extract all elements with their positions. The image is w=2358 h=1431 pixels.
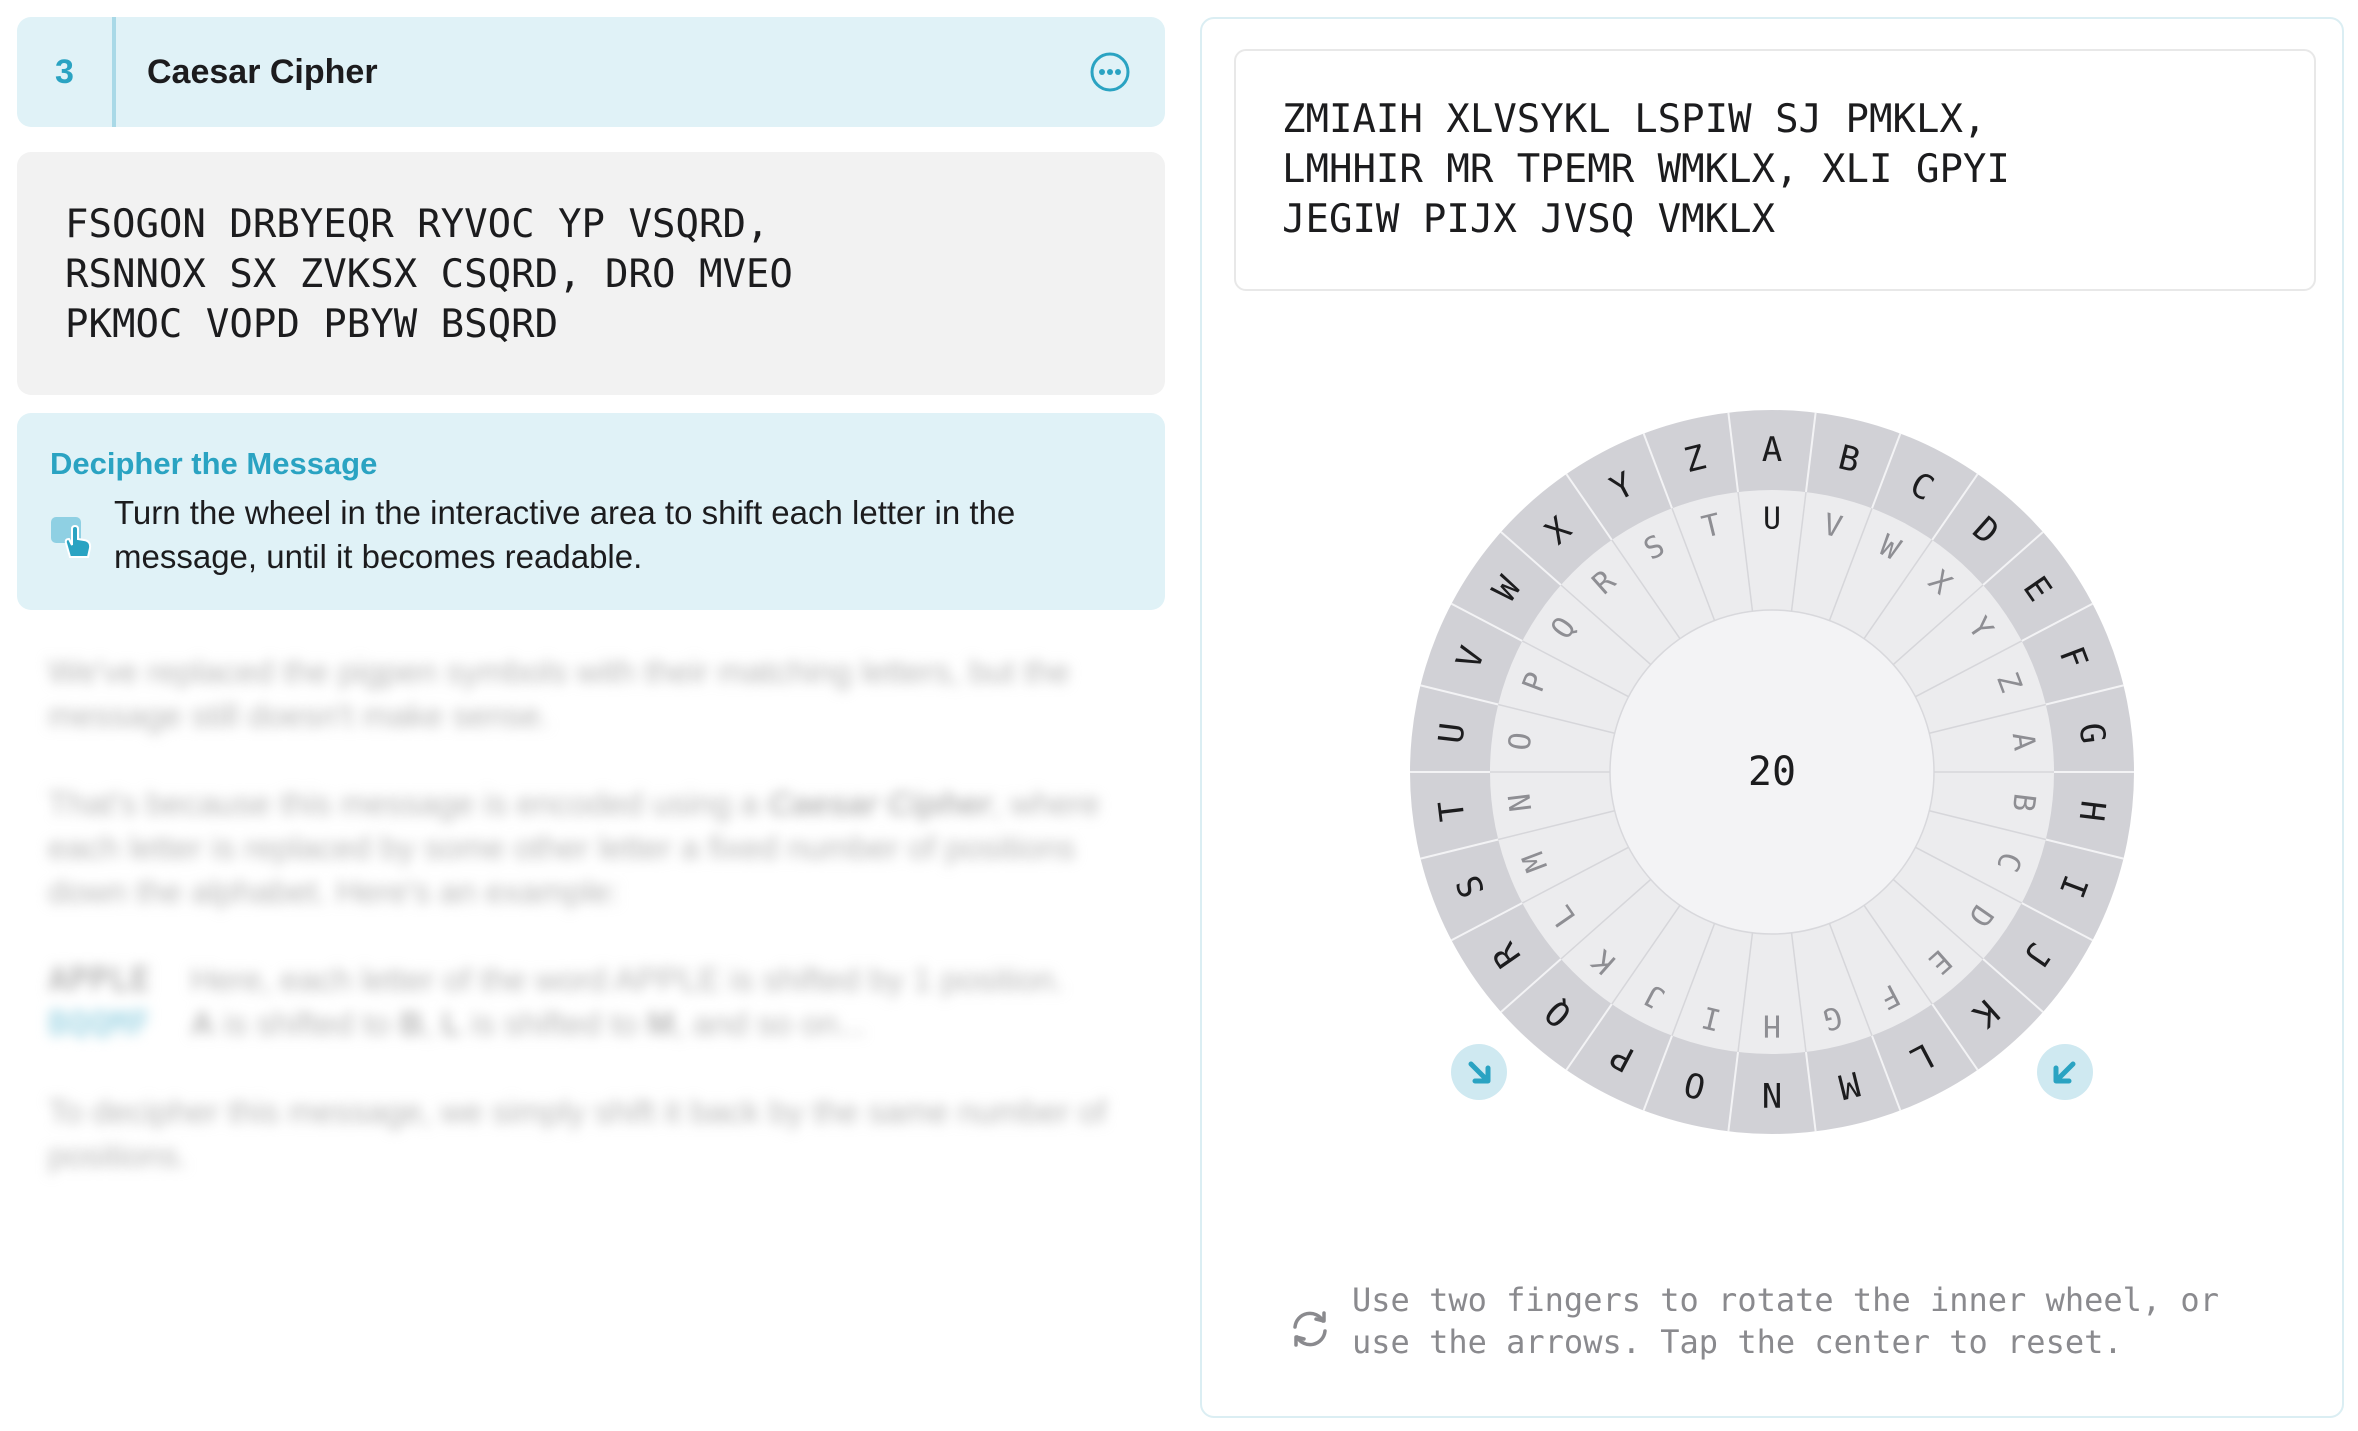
example-letter: L [441,1005,462,1042]
help-line: use the arrows. Tap the center to reset. [1352,1323,2123,1361]
lesson-body: We've replaced the pigpen symbols with t… [48,650,1148,1222]
outer-letter: N [1762,1074,1782,1114]
step-number: 3 [55,52,74,91]
lesson-title: Caesar Cipher [147,52,378,91]
body-text: That's because this message is encoded u… [48,785,768,822]
outer-letter: A [1762,430,1782,470]
help-hint: Use two fingers to rotate the inner whee… [1286,1279,2316,1379]
help-text: Use two fingers to rotate the inner whee… [1352,1279,2312,1363]
decoded-output-box: ZMIAIH XLVSYKL LSPIW SJ PMKLX, LMHHIR MR… [1234,49,2316,291]
ciphertext-line: RSNNOX SX ZVKSX CSQRD, DRO MVEO [65,252,793,297]
instructions-card: Decipher the Message Turn the wheel in t… [17,413,1165,610]
output-line: LMHHIR MR TPEMR WMKLX, XLI GPYI [1282,147,2010,192]
instructions-text: Turn the wheel in the interactive area t… [114,494,1016,575]
cipher-wheel[interactable]: AUBVCW DX EYFZGAHBICJDKELFMGNHOIPJQKRLSMT N… [1407,407,2137,1137]
example-words: APPLE BQQMF [48,958,150,1046]
output-line: ZMIAIH XLVSYKL LSPIW SJ PMKLX, [1282,97,1987,142]
example-text: is shifted to [461,1005,648,1042]
ciphertext-box: FSOGON DRBYEQR RYVOC YP VSQRD, RSNNOX SX… [17,152,1165,395]
body-emphasis: Caesar Cipher [767,785,992,822]
lesson-header: 3 Caesar Cipher [17,17,1165,127]
inner-letter: U [1763,502,1781,537]
example-letter: M [647,1005,675,1042]
example-explanation: Here, each letter of the word APPLE is s… [190,958,1063,1046]
instructions-title: Decipher the Message [50,446,378,481]
body-paragraph: We've replaced the pigpen symbols with t… [48,653,1070,734]
decoded-output: ZMIAIH XLVSYKL LSPIW SJ PMKLX, LMHHIR MR… [1282,95,2292,245]
example-text: , [423,1005,442,1042]
ciphertext-line: PKMOC VOPD PBYW BSQRD [65,302,559,347]
shift-amount[interactable]: 20 [1748,749,1796,795]
example-cipher: BQQMF [48,1004,151,1044]
header-divider [112,17,116,127]
help-line: Use two fingers to rotate the inner whee… [1352,1281,2219,1319]
ciphertext-line: FSOGON DRBYEQR RYVOC YP VSQRD, [65,202,770,247]
ciphertext: FSOGON DRBYEQR RYVOC YP VSQRD, RSNNOX SX… [65,200,1125,350]
rotate-arrows-icon [1293,1311,1327,1347]
example-text: is shifted to [214,1005,400,1042]
example-text: , and so on... [674,1005,866,1042]
body-paragraph: That's because this message is encoded u… [48,782,1148,914]
example-line: Here, each letter of the word APPLE is s… [190,961,1064,998]
output-line: JEGIW PIJX JVSQ VMKLX [1282,197,1776,242]
example-letter: B [399,1005,424,1042]
example-line: A is shifted to B, L is shifted to M, an… [190,1002,1063,1046]
example-letter: A [190,1005,215,1042]
cipher-example: APPLE BQQMF Here, each letter of the wor… [48,958,1148,1046]
ellipsis-circle-icon[interactable] [1089,51,1131,93]
interactive-area[interactable]: ZMIAIH XLVSYKL LSPIW SJ PMKLX, LMHHIR MR… [1200,17,2344,1418]
inner-letter: H [1763,1008,1781,1043]
example-plain: APPLE [48,960,151,1000]
hand-tap-icon [51,517,92,558]
body-paragraph: To decipher this message, we simply shif… [48,1093,1107,1174]
